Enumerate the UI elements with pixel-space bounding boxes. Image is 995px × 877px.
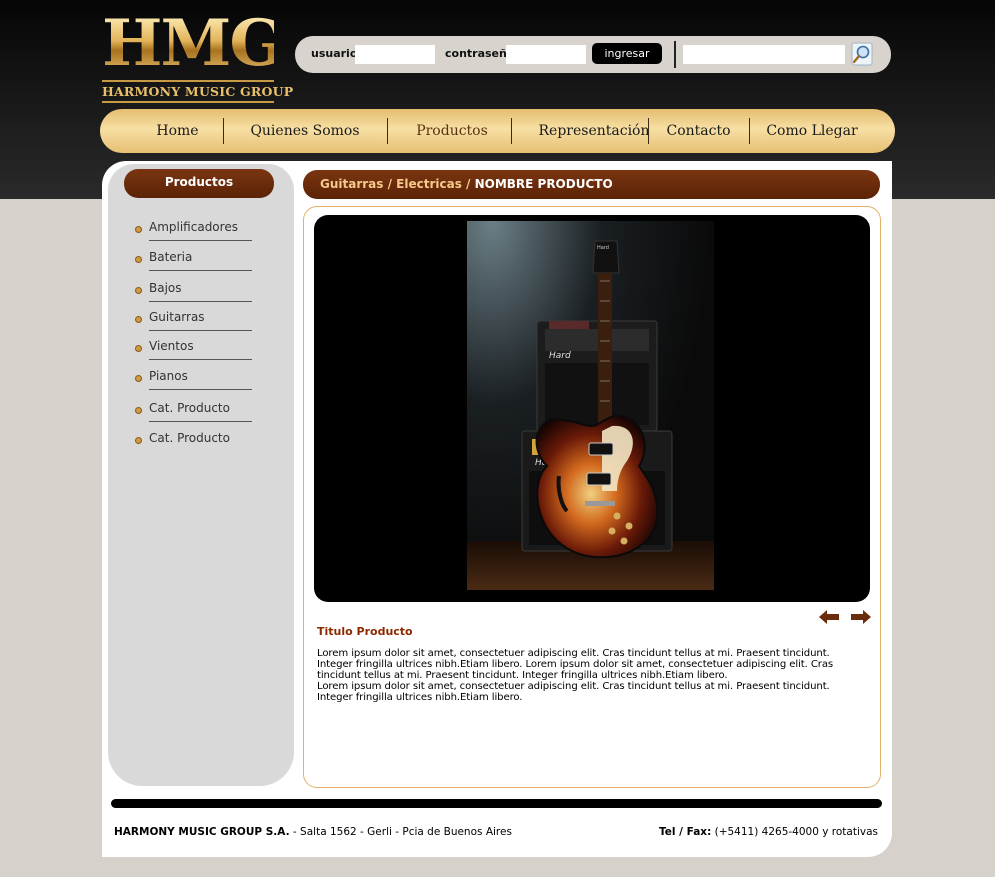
nav-separator — [387, 118, 388, 144]
search-input[interactable] — [683, 45, 845, 64]
sidebar-item-bajos[interactable]: Bajos — [135, 281, 253, 311]
sidebar-item-label: Amplificadores — [149, 220, 238, 234]
description-paragraph: Lorem ipsum dolor sit amet, consectetuer… — [317, 681, 830, 703]
sidebar-title: Productos — [124, 169, 274, 198]
footer-address: HARMONY MUSIC GROUP S.A. - Salta 1562 - … — [114, 826, 512, 838]
bullet-icon — [135, 407, 142, 414]
bullet-icon — [135, 437, 142, 444]
login-button[interactable]: ingresar — [592, 43, 662, 64]
nav-separator — [223, 118, 224, 144]
divider — [149, 270, 252, 271]
footer-divider — [111, 799, 882, 808]
bullet-icon — [135, 226, 142, 233]
sidebar-item-label: Vientos — [149, 339, 194, 353]
sidebar-item-guitarras[interactable]: Guitarras — [135, 310, 253, 340]
logo-mark: HMG — [102, 6, 284, 81]
bullet-icon — [135, 256, 142, 263]
nav-contacto[interactable]: Contacto — [660, 109, 737, 153]
nav-separator — [648, 118, 649, 144]
headstock-brand: Hard — [597, 245, 609, 251]
sidebar-item-label: Cat. Producto — [149, 401, 230, 415]
sidebar-item-label: Guitarras — [149, 310, 205, 324]
sidebar-item-cat-producto[interactable]: Cat. Producto — [135, 431, 253, 461]
product-title: Titulo Producto — [317, 625, 413, 638]
user-input[interactable] — [355, 45, 435, 64]
divider — [149, 330, 252, 331]
bullet-icon — [135, 316, 142, 323]
next-arrow-icon[interactable] — [851, 609, 871, 624]
sidebar-item-cat-producto[interactable]: Cat. Producto — [135, 401, 253, 431]
footer-company: HARMONY MUSIC GROUP S.A. — [114, 826, 290, 838]
breadcrumb: Guitarras / Electricas / NOMBRE PRODUCTO — [303, 170, 880, 199]
sidebar-item-vientos[interactable]: Vientos — [135, 339, 253, 369]
footer-address-text: - Salta 1562 - Gerli - Pcia de Buenos Ai… — [289, 826, 512, 838]
sidebar-item-label: Bateria — [149, 250, 193, 264]
nav-representacion[interactable]: Representación — [524, 109, 664, 153]
sidebar-item-label: Cat. Producto — [149, 431, 230, 445]
divider — [149, 359, 252, 360]
divider — [149, 301, 252, 302]
bullet-icon — [135, 375, 142, 382]
divider — [149, 240, 252, 241]
search-icon[interactable] — [851, 42, 873, 66]
nav-quienes-somos[interactable]: Quienes Somos — [240, 109, 370, 153]
login-bar: usuario contraseña ingresar — [295, 36, 891, 73]
sidebar-item-label: Bajos — [149, 281, 182, 295]
product-photo: Hard Hard Hard — [467, 221, 714, 590]
nav-productos[interactable]: Productos — [402, 109, 502, 153]
password-label: contraseña — [445, 47, 515, 60]
bullet-icon — [135, 345, 142, 352]
logo-subtitle: HARMONY MUSIC GROUP — [102, 80, 293, 103]
sidebar-item-pianos[interactable]: Pianos — [135, 369, 253, 399]
sidebar-item-label: Pianos — [149, 369, 188, 383]
divider — [149, 389, 252, 390]
prev-arrow-icon[interactable] — [819, 609, 839, 624]
divider — [149, 421, 252, 422]
breadcrumb-path[interactable]: Guitarras / Electricas / — [320, 177, 475, 191]
sidebar-item-amplificadores[interactable]: Amplificadores — [135, 220, 253, 250]
main-nav: Home Quienes Somos Productos Representac… — [100, 109, 895, 153]
nav-home[interactable]: Home — [140, 109, 215, 153]
password-input[interactable] — [506, 45, 586, 64]
footer-contact: Tel / Fax: (+5411) 4265-4000 y rotativas — [659, 826, 878, 838]
logo[interactable]: HMG HARMONY MUSIC GROUP — [102, 6, 293, 103]
login-separator — [674, 41, 676, 68]
amp-brand: Hard — [549, 351, 571, 361]
product-description: Lorem ipsum dolor sit amet, consectetuer… — [317, 648, 857, 703]
nav-como-llegar[interactable]: Como Llegar — [760, 109, 864, 153]
bullet-icon — [135, 287, 142, 294]
nav-separator — [749, 118, 750, 144]
footer-phone-label: Tel / Fax: — [659, 826, 712, 838]
sidebar-item-bateria[interactable]: Bateria — [135, 250, 253, 280]
description-paragraph: Lorem ipsum dolor sit amet, consectetuer… — [317, 648, 834, 681]
breadcrumb-current: NOMBRE PRODUCTO — [474, 177, 613, 191]
nav-separator — [511, 118, 512, 144]
footer-phone: (+5411) 4265-4000 y rotativas — [711, 826, 878, 838]
user-label: usuario — [311, 47, 358, 60]
